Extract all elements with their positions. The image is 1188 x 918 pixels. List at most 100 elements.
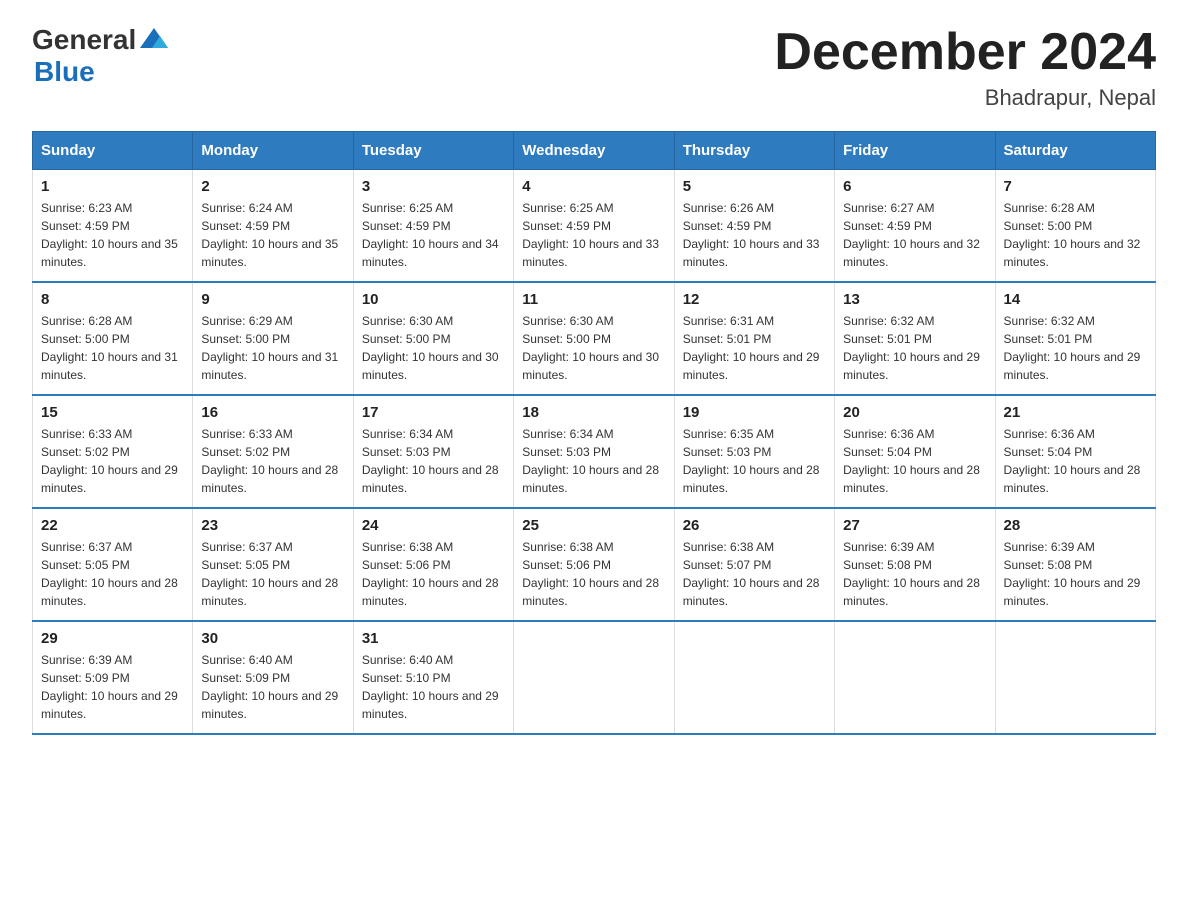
daylight-label: Daylight: 10 hours and 28 minutes. [201, 463, 338, 495]
logo-blue-text: Blue [34, 56, 95, 88]
calendar-cell: 15 Sunrise: 6:33 AM Sunset: 5:02 PM Dayl… [33, 395, 193, 508]
sunset-label: Sunset: 5:00 PM [201, 332, 290, 346]
sunrise-label: Sunrise: 6:31 AM [683, 314, 774, 328]
calendar-table: Sunday Monday Tuesday Wednesday Thursday… [32, 131, 1156, 735]
sunset-label: Sunset: 4:59 PM [843, 219, 932, 233]
daylight-label: Daylight: 10 hours and 35 minutes. [201, 237, 338, 269]
calendar-cell: 16 Sunrise: 6:33 AM Sunset: 5:02 PM Dayl… [193, 395, 353, 508]
day-number: 9 [201, 291, 344, 308]
calendar-row: 29 Sunrise: 6:39 AM Sunset: 5:09 PM Dayl… [33, 621, 1156, 734]
day-number: 16 [201, 404, 344, 421]
day-number: 23 [201, 517, 344, 534]
calendar-cell: 26 Sunrise: 6:38 AM Sunset: 5:07 PM Dayl… [674, 508, 834, 621]
calendar-cell: 4 Sunrise: 6:25 AM Sunset: 4:59 PM Dayli… [514, 170, 674, 283]
sunrise-label: Sunrise: 6:34 AM [522, 427, 613, 441]
day-info: Sunrise: 6:28 AM Sunset: 5:00 PM Dayligh… [1004, 199, 1147, 271]
calendar-cell: 2 Sunrise: 6:24 AM Sunset: 4:59 PM Dayli… [193, 170, 353, 283]
daylight-label: Daylight: 10 hours and 30 minutes. [522, 350, 659, 382]
sunrise-label: Sunrise: 6:28 AM [41, 314, 132, 328]
calendar-cell [995, 621, 1155, 734]
day-number: 14 [1004, 291, 1147, 308]
daylight-label: Daylight: 10 hours and 29 minutes. [41, 689, 178, 721]
day-info: Sunrise: 6:23 AM Sunset: 4:59 PM Dayligh… [41, 199, 184, 271]
day-info: Sunrise: 6:25 AM Sunset: 4:59 PM Dayligh… [522, 199, 665, 271]
calendar-cell: 23 Sunrise: 6:37 AM Sunset: 5:05 PM Dayl… [193, 508, 353, 621]
calendar-cell: 11 Sunrise: 6:30 AM Sunset: 5:00 PM Dayl… [514, 282, 674, 395]
col-wednesday: Wednesday [514, 132, 674, 170]
day-number: 29 [41, 630, 184, 647]
daylight-label: Daylight: 10 hours and 33 minutes. [522, 237, 659, 269]
sunrise-label: Sunrise: 6:36 AM [1004, 427, 1095, 441]
sunset-label: Sunset: 5:08 PM [1004, 558, 1093, 572]
day-info: Sunrise: 6:38 AM Sunset: 5:06 PM Dayligh… [522, 538, 665, 610]
calendar-cell [674, 621, 834, 734]
day-number: 8 [41, 291, 184, 308]
sunrise-label: Sunrise: 6:25 AM [522, 201, 613, 215]
col-monday: Monday [193, 132, 353, 170]
calendar-row: 15 Sunrise: 6:33 AM Sunset: 5:02 PM Dayl… [33, 395, 1156, 508]
day-number: 1 [41, 178, 184, 195]
calendar-cell: 1 Sunrise: 6:23 AM Sunset: 4:59 PM Dayli… [33, 170, 193, 283]
sunset-label: Sunset: 5:06 PM [362, 558, 451, 572]
sunset-label: Sunset: 5:02 PM [41, 445, 130, 459]
daylight-label: Daylight: 10 hours and 28 minutes. [683, 576, 820, 608]
sunrise-label: Sunrise: 6:32 AM [1004, 314, 1095, 328]
sunrise-label: Sunrise: 6:33 AM [41, 427, 132, 441]
sunrise-label: Sunrise: 6:25 AM [362, 201, 453, 215]
sunrise-label: Sunrise: 6:38 AM [362, 540, 453, 554]
day-number: 24 [362, 517, 505, 534]
calendar-cell: 28 Sunrise: 6:39 AM Sunset: 5:08 PM Dayl… [995, 508, 1155, 621]
sunrise-label: Sunrise: 6:40 AM [362, 653, 453, 667]
daylight-label: Daylight: 10 hours and 28 minutes. [843, 576, 980, 608]
sunrise-label: Sunrise: 6:30 AM [362, 314, 453, 328]
calendar-cell: 24 Sunrise: 6:38 AM Sunset: 5:06 PM Dayl… [353, 508, 513, 621]
sunset-label: Sunset: 5:00 PM [522, 332, 611, 346]
sunset-label: Sunset: 5:00 PM [1004, 219, 1093, 233]
sunset-label: Sunset: 5:08 PM [843, 558, 932, 572]
day-number: 7 [1004, 178, 1147, 195]
sunrise-label: Sunrise: 6:30 AM [522, 314, 613, 328]
calendar-cell [514, 621, 674, 734]
daylight-label: Daylight: 10 hours and 34 minutes. [362, 237, 499, 269]
daylight-label: Daylight: 10 hours and 28 minutes. [41, 576, 178, 608]
day-info: Sunrise: 6:36 AM Sunset: 5:04 PM Dayligh… [843, 425, 986, 497]
daylight-label: Daylight: 10 hours and 31 minutes. [41, 350, 178, 382]
sunrise-label: Sunrise: 6:29 AM [201, 314, 292, 328]
page-header: General Blue December 2024 Bhadrapur, Ne… [32, 24, 1156, 111]
sunset-label: Sunset: 5:07 PM [683, 558, 772, 572]
day-number: 13 [843, 291, 986, 308]
col-saturday: Saturday [995, 132, 1155, 170]
location: Bhadrapur, Nepal [774, 85, 1156, 111]
header-row: Sunday Monday Tuesday Wednesday Thursday… [33, 132, 1156, 170]
sunrise-label: Sunrise: 6:39 AM [41, 653, 132, 667]
calendar-cell: 25 Sunrise: 6:38 AM Sunset: 5:06 PM Dayl… [514, 508, 674, 621]
daylight-label: Daylight: 10 hours and 28 minutes. [683, 463, 820, 495]
sunset-label: Sunset: 5:03 PM [522, 445, 611, 459]
logo: General Blue [32, 24, 172, 88]
day-number: 27 [843, 517, 986, 534]
day-number: 17 [362, 404, 505, 421]
month-title: December 2024 [774, 24, 1156, 81]
sunset-label: Sunset: 5:05 PM [41, 558, 130, 572]
day-info: Sunrise: 6:32 AM Sunset: 5:01 PM Dayligh… [1004, 312, 1147, 384]
sunrise-label: Sunrise: 6:26 AM [683, 201, 774, 215]
calendar-cell: 3 Sunrise: 6:25 AM Sunset: 4:59 PM Dayli… [353, 170, 513, 283]
day-number: 30 [201, 630, 344, 647]
calendar-cell: 13 Sunrise: 6:32 AM Sunset: 5:01 PM Dayl… [835, 282, 995, 395]
sunset-label: Sunset: 4:59 PM [201, 219, 290, 233]
sunrise-label: Sunrise: 6:39 AM [843, 540, 934, 554]
sunrise-label: Sunrise: 6:40 AM [201, 653, 292, 667]
sunset-label: Sunset: 5:04 PM [1004, 445, 1093, 459]
day-number: 25 [522, 517, 665, 534]
calendar-cell: 19 Sunrise: 6:35 AM Sunset: 5:03 PM Dayl… [674, 395, 834, 508]
sunset-label: Sunset: 5:06 PM [522, 558, 611, 572]
daylight-label: Daylight: 10 hours and 28 minutes. [843, 463, 980, 495]
daylight-label: Daylight: 10 hours and 28 minutes. [1004, 463, 1141, 495]
calendar-cell: 30 Sunrise: 6:40 AM Sunset: 5:09 PM Dayl… [193, 621, 353, 734]
day-info: Sunrise: 6:31 AM Sunset: 5:01 PM Dayligh… [683, 312, 826, 384]
calendar-row: 22 Sunrise: 6:37 AM Sunset: 5:05 PM Dayl… [33, 508, 1156, 621]
daylight-label: Daylight: 10 hours and 29 minutes. [843, 350, 980, 382]
day-number: 6 [843, 178, 986, 195]
day-info: Sunrise: 6:25 AM Sunset: 4:59 PM Dayligh… [362, 199, 505, 271]
calendar-cell: 14 Sunrise: 6:32 AM Sunset: 5:01 PM Dayl… [995, 282, 1155, 395]
